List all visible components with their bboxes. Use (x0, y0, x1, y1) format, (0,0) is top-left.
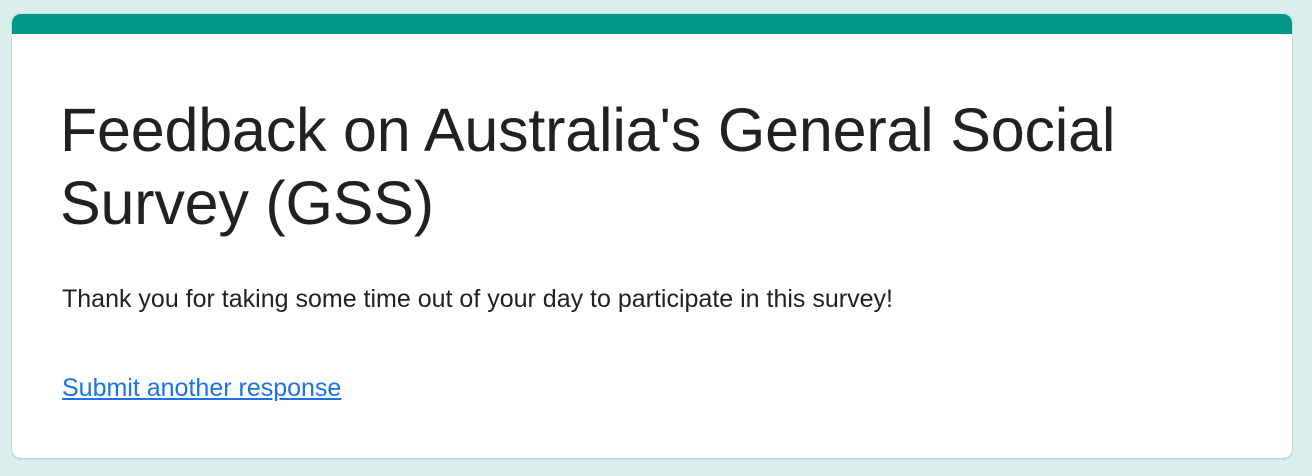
confirmation-message: Thank you for taking some time out of yo… (62, 285, 893, 313)
form-header-accent-bar (12, 14, 1292, 34)
confirmation-card: Feedback on Australia's General Social S… (12, 14, 1292, 458)
submit-another-response-link[interactable]: Submit another response (62, 372, 341, 404)
form-title: Feedback on Australia's General Social S… (60, 96, 1116, 237)
